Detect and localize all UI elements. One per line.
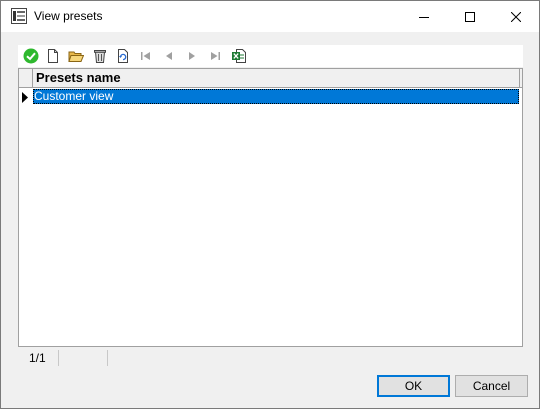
first-record-button[interactable] — [136, 46, 156, 66]
view-presets-dialog: View presets Presets name Customer view … — [0, 0, 540, 409]
last-record-icon — [211, 52, 220, 60]
presets-grid[interactable]: Presets name Customer view — [18, 68, 523, 347]
delete-preset-button[interactable] — [90, 46, 110, 66]
toolbar — [18, 45, 523, 67]
maximize-icon — [465, 11, 475, 22]
refresh-icon — [118, 49, 128, 63]
row-indicator-header — [19, 69, 33, 87]
apply-icon — [23, 48, 39, 64]
status-separator — [58, 350, 59, 366]
open-preset-button[interactable] — [66, 46, 86, 66]
grid-header: Presets name — [19, 69, 522, 88]
previous-record-icon — [166, 52, 172, 60]
delete-icon — [94, 50, 106, 63]
minimize-button[interactable] — [401, 1, 447, 32]
new-document-icon — [48, 49, 58, 63]
export-excel-icon — [232, 49, 246, 63]
refresh-button[interactable] — [113, 46, 133, 66]
current-row-arrow-icon — [22, 92, 28, 103]
window-title: View presets — [34, 9, 103, 23]
close-icon — [511, 11, 521, 22]
new-preset-button[interactable] — [43, 46, 63, 66]
table-row[interactable]: Customer view — [19, 89, 522, 105]
status-bar: 1/1 — [18, 348, 523, 368]
status-separator — [107, 350, 108, 366]
column-header-presets-name[interactable]: Presets name — [33, 69, 520, 87]
open-folder-icon — [68, 51, 84, 62]
maximize-button[interactable] — [447, 1, 493, 32]
previous-record-button[interactable] — [159, 46, 179, 66]
current-row-indicator — [19, 89, 32, 105]
next-record-button[interactable] — [182, 46, 202, 66]
record-counter: 1/1 — [29, 351, 46, 365]
apply-button[interactable] — [21, 46, 41, 66]
first-record-icon — [141, 52, 150, 60]
close-button[interactable] — [493, 1, 539, 32]
ok-button[interactable]: OK — [377, 375, 450, 397]
next-record-icon — [189, 52, 195, 60]
title-bar[interactable]: View presets — [1, 1, 539, 32]
export-excel-button[interactable] — [229, 46, 249, 66]
minimize-icon — [419, 16, 429, 18]
last-record-button[interactable] — [205, 46, 225, 66]
app-icon — [11, 8, 27, 24]
preset-name-cell[interactable]: Customer view — [33, 89, 519, 104]
cancel-button[interactable]: Cancel — [455, 375, 528, 397]
